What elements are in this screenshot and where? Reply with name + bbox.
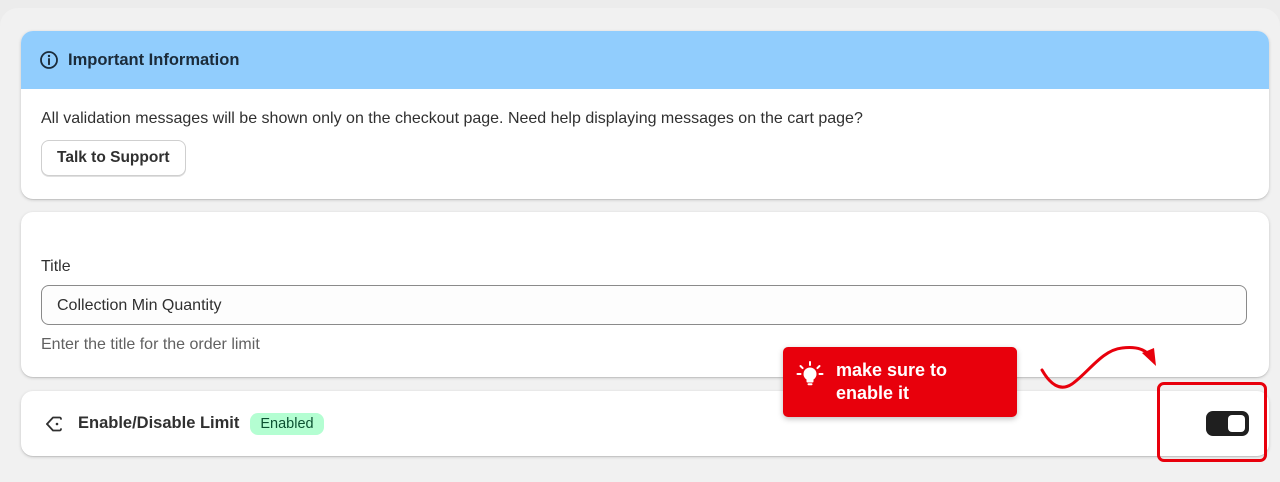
- enable-limit-card: Enable/Disable Limit Enabled: [21, 391, 1269, 456]
- info-message: All validation messages will be shown on…: [41, 110, 863, 127]
- info-circle-icon: [39, 50, 59, 70]
- annotation-callout-text: make sure to enable it: [836, 360, 948, 403]
- important-info-card: Important Information All validation mes…: [21, 31, 1269, 199]
- title-help-text: Enter the title for the order limit: [41, 336, 260, 353]
- lightbulb-icon: [796, 360, 824, 388]
- annotation-arrow-icon: [1040, 346, 1156, 389]
- title-field-label: Title: [41, 258, 71, 275]
- status-badge: Enabled: [250, 412, 324, 435]
- title-input[interactable]: Collection Min Quantity: [41, 285, 1247, 325]
- talk-to-support-button[interactable]: Talk to Support: [41, 140, 186, 176]
- toggle-highlight-box: [1157, 382, 1267, 462]
- tag-icon: [43, 413, 65, 435]
- enable-limit-label: Enable/Disable Limit: [78, 414, 240, 432]
- annotation-callout: make sure to enable it: [783, 347, 1017, 417]
- info-banner-title: Important Information: [68, 50, 240, 69]
- info-banner: Important Information: [21, 31, 1269, 89]
